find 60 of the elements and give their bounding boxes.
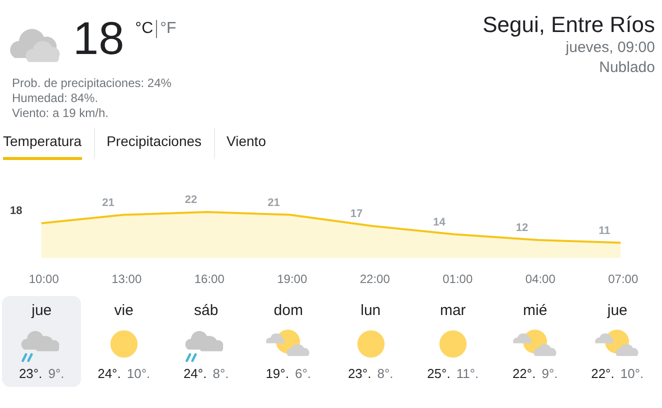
temperature-label: 21 [102, 196, 114, 209]
day-forecast[interactable]: mié 22°. 9°. [496, 296, 575, 387]
high-temp: 19°. [266, 366, 289, 381]
day-name: mar [440, 302, 466, 319]
day-name: jue [32, 302, 52, 319]
low-temp: 8°. [377, 366, 394, 381]
day-forecast[interactable]: jue 22°. 10°. [578, 296, 657, 387]
time-label: 04:00 [524, 272, 556, 286]
tab[interactable]: Viento [214, 128, 266, 160]
time-label: 01:00 [442, 272, 474, 286]
low-temp: 9°. [542, 366, 558, 381]
low-temp: 8°. [212, 366, 229, 381]
time-label: 10:00 [28, 272, 60, 286]
time-label: 07:00 [607, 272, 640, 286]
day-forecast[interactable]: mar 25°. 11°. [413, 296, 492, 387]
high-temp: 22°. [591, 366, 614, 381]
day-name: sáb [194, 302, 218, 319]
low-temp: 6°. [294, 366, 312, 381]
day-name: mié [523, 302, 548, 319]
location-name: Segui, Entre Ríos [482, 12, 655, 38]
temperature-label: 12 [516, 222, 528, 234]
unit-toggle[interactable]: °F [157, 20, 180, 38]
day-forecast[interactable]: jue 23°. 9°. [2, 296, 82, 387]
low-temp: 9°. [48, 366, 64, 381]
day-forecast[interactable]: dom 19°. 6°. [248, 296, 328, 387]
weather-detail: Prob. de precipitaciones: 24% [12, 76, 172, 91]
temperature-label: 14 [433, 216, 446, 228]
high-temp: 22°. [512, 366, 536, 381]
weather-detail: Viento: a 19 km/h. [12, 106, 110, 121]
day-forecast[interactable]: vie 24°. 10°. [84, 296, 164, 387]
low-temp: 10°. [126, 366, 150, 381]
high-temp: 24°. [98, 366, 121, 381]
tab[interactable]: Temperatura [3, 128, 82, 160]
day-name: dom [274, 302, 303, 319]
high-temp: 25°. [427, 366, 450, 381]
high-temp: 23°. [348, 366, 372, 381]
low-temp: 10°. [620, 366, 644, 381]
temperature-label: 17 [350, 208, 363, 220]
temperature-label: 21 [268, 196, 280, 209]
low-temp: 11°. [456, 366, 479, 381]
condition: Nublado [598, 58, 655, 78]
date-time: jueves, 09:00 [564, 38, 655, 58]
tab[interactable]: Precipitaciones [94, 128, 202, 160]
temperature-label: 18 [10, 205, 22, 218]
day-forecast[interactable]: lun 23°. 8°. [331, 296, 410, 387]
high-temp: 23°. [18, 366, 42, 381]
time-label: 22:00 [358, 272, 391, 286]
temperature: 18 [73, 12, 124, 64]
high-temp: 24°. [183, 366, 207, 381]
day-forecast[interactable]: sáb 24°. 8°. [166, 296, 246, 387]
day-name: vie [114, 302, 134, 319]
day-name: jue [607, 302, 628, 319]
temperature-label: 22 [184, 194, 198, 206]
time-label: 13:00 [110, 272, 143, 286]
weather-detail: Humedad: 84%. [12, 91, 100, 106]
temperature-label: 11 [598, 224, 610, 237]
unit-toggle[interactable]: °C [132, 20, 158, 38]
time-label: 19:00 [276, 272, 308, 286]
time-label: 16:00 [193, 272, 226, 286]
day-name: lun [360, 302, 381, 319]
